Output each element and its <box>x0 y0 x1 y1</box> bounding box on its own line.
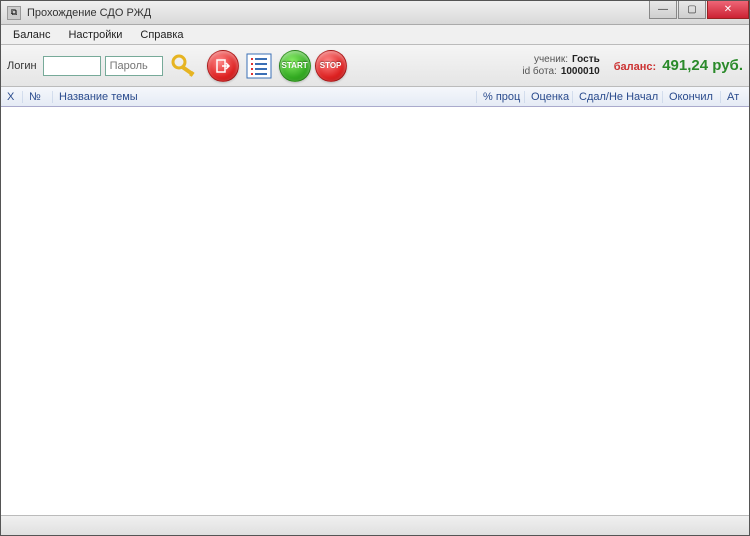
stop-label: STOP <box>320 61 342 70</box>
balance-block: баланс: 491,24 руб. <box>614 57 743 74</box>
stop-button[interactable]: STOP <box>315 50 347 82</box>
titlebar: ⧉ Прохождение СДО РЖД — ▢ ✕ <box>1 1 749 25</box>
close-button[interactable]: ✕ <box>707 1 749 19</box>
balance-value: 491,24 руб. <box>662 57 743 74</box>
window-title: Прохождение СДО РЖД <box>27 7 151 19</box>
col-topic[interactable]: Название темы <box>53 91 477 103</box>
toolbar: Логин <box>1 45 749 87</box>
user-info: ученик: Гость id бота: 1000010 <box>522 54 599 78</box>
start-label: START <box>282 61 308 70</box>
window-controls: — ▢ ✕ <box>649 1 749 19</box>
menu-balance[interactable]: Баланс <box>5 27 58 43</box>
login-input[interactable] <box>43 56 101 76</box>
login-label: Логин <box>7 60 37 72</box>
menubar: Баланс Настройки Справка <box>1 25 749 45</box>
menu-help[interactable]: Справка <box>132 27 191 43</box>
key-icon <box>170 53 200 79</box>
list-icon <box>245 52 273 80</box>
maximize-button[interactable]: ▢ <box>678 1 706 19</box>
col-att[interactable]: Ат <box>721 91 749 103</box>
key-button[interactable] <box>167 50 203 82</box>
logout-button[interactable] <box>207 50 239 82</box>
statusbar <box>1 515 749 535</box>
exit-icon <box>215 58 231 74</box>
col-finished[interactable]: Окончил <box>663 91 721 103</box>
app-window: ⧉ Прохождение СДО РЖД — ▢ ✕ Баланс Настр… <box>0 0 750 536</box>
password-input[interactable] <box>105 56 163 76</box>
app-icon: ⧉ <box>7 6 21 20</box>
col-passed[interactable]: Сдал/Не Начал <box>573 91 663 103</box>
start-button[interactable]: START <box>279 50 311 82</box>
balance-label: баланс: <box>614 61 656 73</box>
botid-label: id бота: <box>522 66 556 78</box>
menu-settings[interactable]: Настройки <box>60 27 130 43</box>
user-label: ученик: <box>534 54 568 66</box>
table-header: Х № Название темы % проц Оценка Сдал/Не … <box>1 87 749 107</box>
botid-value: 1000010 <box>561 66 600 78</box>
list-button[interactable] <box>243 50 275 82</box>
user-value: Гость <box>572 54 600 66</box>
col-num[interactable]: № <box>23 91 53 103</box>
table-body <box>1 107 749 515</box>
col-grade[interactable]: Оценка <box>525 91 573 103</box>
minimize-button[interactable]: — <box>649 1 677 19</box>
col-percent[interactable]: % проц <box>477 91 525 103</box>
col-x[interactable]: Х <box>1 91 23 103</box>
